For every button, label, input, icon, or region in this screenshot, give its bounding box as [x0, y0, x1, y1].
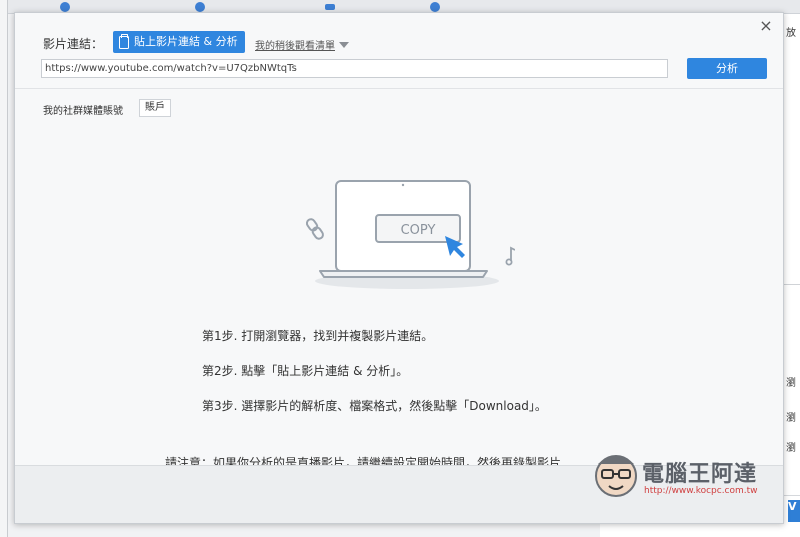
- link-chain-icon: [305, 218, 324, 240]
- instruction-step-3: 第3步. 選擇影片的解析度、檔案格式，然後點擊「Download」。: [202, 399, 547, 413]
- background-label: 瀏: [786, 413, 796, 424]
- background-label: 瀏: [786, 378, 796, 389]
- watermark: 電腦王阿達 http://www.kocpc.com.tw: [590, 448, 790, 508]
- toolbar-app-icon: [325, 4, 335, 10]
- background-left-frame: [0, 0, 8, 537]
- clipboard-icon: [119, 33, 129, 49]
- video-url-input[interactable]: https://www.youtube.com/watch?v=U7QzbNWt…: [41, 59, 668, 78]
- laptop-camera: [401, 183, 405, 187]
- analyze-button[interactable]: 分析: [687, 58, 767, 79]
- music-note-icon: [505, 246, 515, 266]
- section-divider: [15, 88, 783, 89]
- social-accounts-label: 我的社群媒體賬號: [43, 106, 123, 117]
- watch-later-label: 我的稍後觀看清單: [255, 41, 335, 52]
- close-button[interactable]: ×: [757, 17, 775, 35]
- copy-text: COPY: [401, 223, 436, 238]
- copy-laptop-illustration: COPY: [305, 180, 515, 289]
- laptop-base: [319, 270, 488, 278]
- account-button[interactable]: 賬戶: [139, 99, 171, 117]
- toolbar-app-icon: [195, 2, 205, 12]
- watermark-title: 電腦王阿達: [642, 462, 758, 487]
- background-label: 放: [786, 28, 796, 39]
- instruction-step-1: 第1步. 打開瀏覽器，找到并複製影片連結。: [202, 329, 434, 343]
- paste-and-analyze-label: 貼上影片連結 & 分析: [134, 35, 238, 48]
- chevron-down-icon: [339, 41, 349, 48]
- toolbar-app-icon: [60, 2, 70, 12]
- paste-and-analyze-button[interactable]: 貼上影片連結 & 分析: [113, 31, 245, 53]
- instruction-step-2: 第2步. 點擊「貼上影片連結 & 分析」。: [202, 364, 409, 378]
- toolbar-app-icon: [430, 2, 440, 12]
- watch-later-link[interactable]: 我的稍後觀看清單: [255, 37, 349, 52]
- video-link-label: 影片連結：: [43, 37, 104, 51]
- watermark-mascot-icon: [595, 455, 637, 497]
- watermark-url: http://www.kocpc.com.tw: [644, 486, 758, 496]
